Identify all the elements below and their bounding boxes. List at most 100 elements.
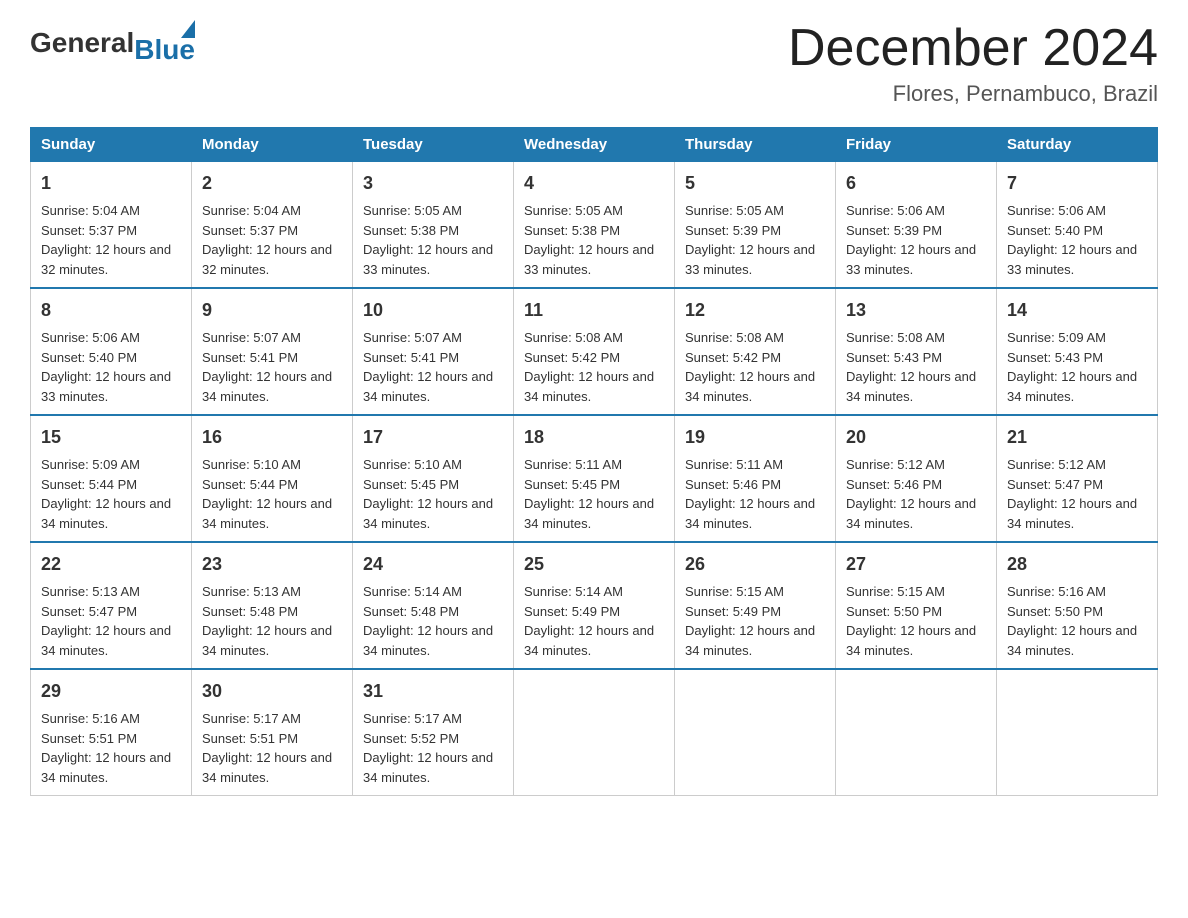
day-info: Sunrise: 5:14 AMSunset: 5:48 PMDaylight:… (363, 584, 493, 658)
day-number: 12 (685, 297, 825, 324)
calendar-cell: 19 Sunrise: 5:11 AMSunset: 5:46 PMDayligh… (675, 415, 836, 542)
col-wednesday: Wednesday (514, 128, 675, 162)
day-number: 1 (41, 170, 181, 197)
calendar-cell: 26Sunrise: 5:15 AMSunset: 5:49 PMDayligh… (675, 542, 836, 669)
calendar-cell: 27Sunrise: 5:15 AMSunset: 5:50 PMDayligh… (836, 542, 997, 669)
day-number: 17 (363, 424, 503, 451)
calendar-cell: 20 Sunrise: 5:12 AMSunset: 5:46 PMDayligh… (836, 415, 997, 542)
title-area: December 2024 Flores, Pernambuco, Brazil (788, 20, 1158, 107)
day-number: 7 (1007, 170, 1147, 197)
day-number: 22 (41, 551, 181, 578)
col-sunday: Sunday (31, 128, 192, 162)
calendar-cell: 25 Sunrise: 5:14 AMSunset: 5:49 PMDayligh… (514, 542, 675, 669)
calendar-cell (836, 669, 997, 796)
calendar-cell: 29Sunrise: 5:16 AMSunset: 5:51 PMDayligh… (31, 669, 192, 796)
day-number: 2 (202, 170, 342, 197)
calendar-cell: 31 Sunrise: 5:17 AMSunset: 5:52 PMDayligh… (353, 669, 514, 796)
day-info: Sunrise: 5:16 AMSunset: 5:50 PMDaylight:… (1007, 584, 1137, 658)
calendar-cell: 8Sunrise: 5:06 AMSunset: 5:40 PMDaylight… (31, 288, 192, 415)
col-friday: Friday (836, 128, 997, 162)
day-info: Sunrise: 5:06 AMSunset: 5:39 PMDaylight:… (846, 203, 976, 277)
day-info: Sunrise: 5:13 AMSunset: 5:47 PMDaylight:… (41, 584, 171, 658)
day-number: 19 (685, 424, 825, 451)
day-number: 30 (202, 678, 342, 705)
calendar-cell: 15 Sunrise: 5:09 AMSunset: 5:44 PMDayligh… (31, 415, 192, 542)
header-row: Sunday Monday Tuesday Wednesday Thursday… (31, 128, 1158, 162)
calendar-cell (514, 669, 675, 796)
location-title: Flores, Pernambuco, Brazil (788, 81, 1158, 107)
calendar-cell: 13Sunrise: 5:08 AMSunset: 5:43 PMDayligh… (836, 288, 997, 415)
day-info: Sunrise: 5:08 AMSunset: 5:42 PMDaylight:… (685, 330, 815, 404)
day-number: 5 (685, 170, 825, 197)
calendar-row: 29Sunrise: 5:16 AMSunset: 5:51 PMDayligh… (31, 669, 1158, 796)
calendar-cell: 23 Sunrise: 5:13 AMSunset: 5:48 PMDayligh… (192, 542, 353, 669)
day-info: Sunrise: 5:04 AMSunset: 5:37 PMDaylight:… (41, 203, 171, 277)
calendar-cell: 24 Sunrise: 5:14 AMSunset: 5:48 PMDayligh… (353, 542, 514, 669)
day-number: 31 (363, 678, 503, 705)
day-info: Sunrise: 5:16 AMSunset: 5:51 PMDaylight:… (41, 711, 171, 785)
day-info: Sunrise: 5:15 AMSunset: 5:49 PMDaylight:… (685, 584, 815, 658)
calendar-cell: 16Sunrise: 5:10 AMSunset: 5:44 PMDayligh… (192, 415, 353, 542)
day-number: 21 (1007, 424, 1147, 451)
day-number: 15 (41, 424, 181, 451)
col-thursday: Thursday (675, 128, 836, 162)
calendar-row: 15 Sunrise: 5:09 AMSunset: 5:44 PMDayligh… (31, 415, 1158, 542)
day-info: Sunrise: 5:05 AMSunset: 5:39 PMDaylight:… (685, 203, 815, 277)
day-info: Sunrise: 5:12 AMSunset: 5:46 PMDaylight:… (846, 457, 976, 531)
logo-blue-part: Blue (134, 20, 195, 66)
logo: General Blue (30, 20, 195, 66)
day-number: 18 (524, 424, 664, 451)
day-number: 11 (524, 297, 664, 324)
calendar-cell: 7 Sunrise: 5:06 AMSunset: 5:40 PMDaylight… (997, 162, 1158, 289)
day-number: 25 (524, 551, 664, 578)
day-number: 4 (524, 170, 664, 197)
day-info: Sunrise: 5:13 AMSunset: 5:48 PMDaylight:… (202, 584, 332, 658)
calendar-cell: 12 Sunrise: 5:08 AMSunset: 5:42 PMDayligh… (675, 288, 836, 415)
day-info: Sunrise: 5:10 AMSunset: 5:45 PMDaylight:… (363, 457, 493, 531)
day-info: Sunrise: 5:11 AMSunset: 5:45 PMDaylight:… (524, 457, 654, 531)
calendar-row: 8Sunrise: 5:06 AMSunset: 5:40 PMDaylight… (31, 288, 1158, 415)
day-number: 23 (202, 551, 342, 578)
calendar-cell (675, 669, 836, 796)
day-number: 6 (846, 170, 986, 197)
col-saturday: Saturday (997, 128, 1158, 162)
day-info: Sunrise: 5:14 AMSunset: 5:49 PMDaylight:… (524, 584, 654, 658)
calendar-cell: 21 Sunrise: 5:12 AMSunset: 5:47 PMDayligh… (997, 415, 1158, 542)
day-info: Sunrise: 5:06 AMSunset: 5:40 PMDaylight:… (41, 330, 171, 404)
day-info: Sunrise: 5:11 AMSunset: 5:46 PMDaylight:… (685, 457, 815, 531)
day-info: Sunrise: 5:09 AMSunset: 5:43 PMDaylight:… (1007, 330, 1137, 404)
calendar-body: 1 Sunrise: 5:04 AMSunset: 5:37 PMDaylight… (31, 162, 1158, 796)
day-info: Sunrise: 5:06 AMSunset: 5:40 PMDaylight:… (1007, 203, 1137, 277)
day-info: Sunrise: 5:07 AMSunset: 5:41 PMDaylight:… (363, 330, 493, 404)
day-info: Sunrise: 5:08 AMSunset: 5:42 PMDaylight:… (524, 330, 654, 404)
calendar-cell: 2 Sunrise: 5:04 AMSunset: 5:37 PMDaylight… (192, 162, 353, 289)
calendar-cell: 30 Sunrise: 5:17 AMSunset: 5:51 PMDayligh… (192, 669, 353, 796)
calendar-cell: 4Sunrise: 5:05 AMSunset: 5:38 PMDaylight… (514, 162, 675, 289)
day-info: Sunrise: 5:17 AMSunset: 5:52 PMDaylight:… (363, 711, 493, 785)
calendar-cell: 3Sunrise: 5:05 AMSunset: 5:38 PMDaylight… (353, 162, 514, 289)
calendar-cell: 9 Sunrise: 5:07 AMSunset: 5:41 PMDaylight… (192, 288, 353, 415)
day-number: 9 (202, 297, 342, 324)
calendar-cell: 1 Sunrise: 5:04 AMSunset: 5:37 PMDaylight… (31, 162, 192, 289)
day-info: Sunrise: 5:10 AMSunset: 5:44 PMDaylight:… (202, 457, 332, 531)
day-info: Sunrise: 5:12 AMSunset: 5:47 PMDaylight:… (1007, 457, 1137, 531)
day-info: Sunrise: 5:08 AMSunset: 5:43 PMDaylight:… (846, 330, 976, 404)
calendar-cell: 17 Sunrise: 5:10 AMSunset: 5:45 PMDayligh… (353, 415, 514, 542)
calendar-row: 1 Sunrise: 5:04 AMSunset: 5:37 PMDaylight… (31, 162, 1158, 289)
day-info: Sunrise: 5:17 AMSunset: 5:51 PMDaylight:… (202, 711, 332, 785)
logo-general-text: General (30, 27, 134, 59)
col-monday: Monday (192, 128, 353, 162)
day-number: 20 (846, 424, 986, 451)
day-info: Sunrise: 5:09 AMSunset: 5:44 PMDaylight:… (41, 457, 171, 531)
calendar-row: 22 Sunrise: 5:13 AMSunset: 5:47 PMDayligh… (31, 542, 1158, 669)
day-info: Sunrise: 5:07 AMSunset: 5:41 PMDaylight:… (202, 330, 332, 404)
day-info: Sunrise: 5:05 AMSunset: 5:38 PMDaylight:… (363, 203, 493, 277)
day-number: 24 (363, 551, 503, 578)
month-title: December 2024 (788, 20, 1158, 77)
day-number: 10 (363, 297, 503, 324)
day-info: Sunrise: 5:04 AMSunset: 5:37 PMDaylight:… (202, 203, 332, 277)
calendar-cell: 5 Sunrise: 5:05 AMSunset: 5:39 PMDaylight… (675, 162, 836, 289)
col-tuesday: Tuesday (353, 128, 514, 162)
page-header: General Blue December 2024 Flores, Perna… (30, 20, 1158, 107)
calendar-cell: 28Sunrise: 5:16 AMSunset: 5:50 PMDayligh… (997, 542, 1158, 669)
